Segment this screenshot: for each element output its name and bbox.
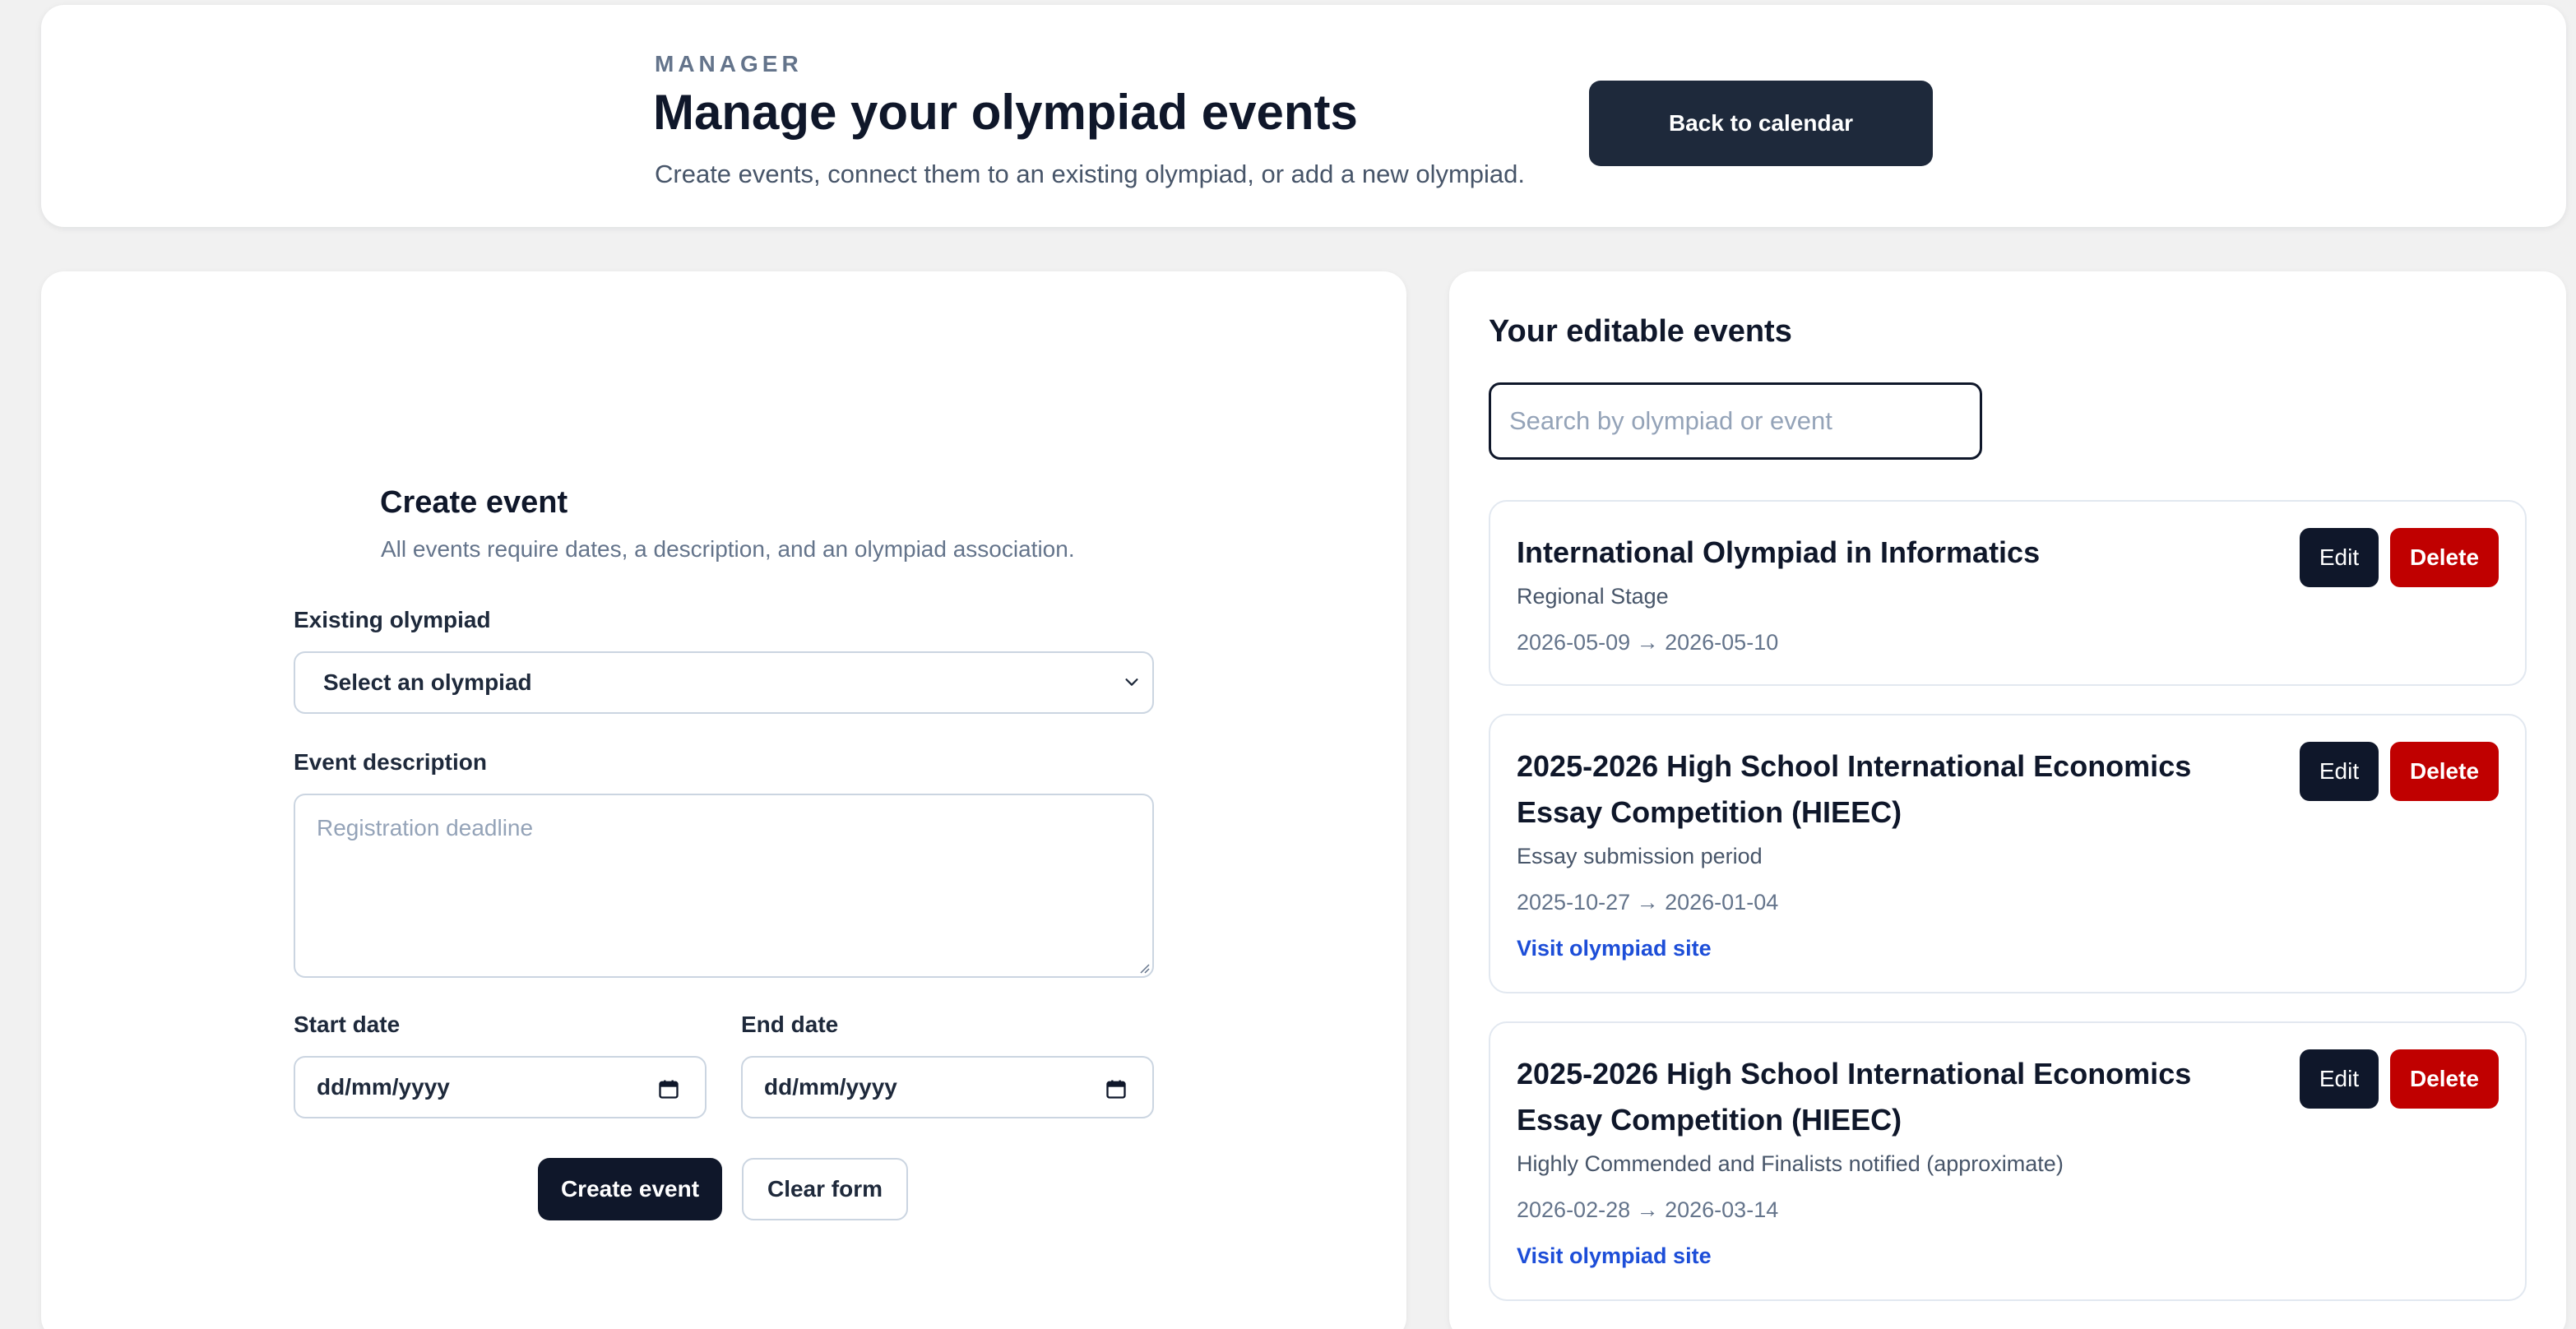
header-eyebrow: MANAGER [655,51,803,76]
end-date-value: dd/mm/yyyy [764,1074,897,1100]
event-description: Essay submission period [1517,844,1763,868]
event-description: Highly Commended and Finalists notified … [1517,1151,2064,1176]
page: MANAGER Manage your olympiad events Crea… [0,0,2576,1329]
clear-form-button[interactable]: Clear form [742,1158,908,1220]
event-description-textarea[interactable]: Registration deadline [294,794,1154,978]
delete-event-button[interactable]: Delete [2390,1049,2499,1109]
end-date-label: End date [741,1012,839,1037]
start-date-value: dd/mm/yyyy [317,1074,450,1100]
end-date-input[interactable]: dd/mm/yyyy [741,1056,1154,1118]
event-list-item: International Olympiad in Informatics Re… [1489,500,2527,686]
start-date-label: Start date [294,1012,401,1037]
event-name: International Olympiad in Informatics [1517,535,2041,569]
page-title: Manage your olympiad events [653,85,1358,140]
editable-events-card: Your editable events International Olymp… [1449,271,2566,1329]
event-list-item: 2025-2026 High School International Econ… [1489,714,2527,993]
header-card: MANAGER Manage your olympiad events Crea… [41,5,2566,227]
chevron-down-icon [1125,678,1138,686]
start-date-input[interactable]: dd/mm/yyyy [294,1056,707,1118]
create-event-title: Create event [380,485,568,520]
edit-event-button[interactable]: Edit [2300,742,2379,801]
event-name: 2025-2026 High School International Econ… [1517,749,2192,829]
olympiad-select[interactable]: Select an olympiad [294,651,1154,714]
page-subtitle: Create events, connect them to an existi… [655,160,1526,188]
visit-olympiad-site-link[interactable]: Visit olympiad site [1517,936,1712,961]
calendar-icon[interactable] [657,1077,680,1100]
description-placeholder: Registration deadline [317,815,534,840]
visit-olympiad-site-link[interactable]: Visit olympiad site [1517,1243,1712,1269]
description-label: Event description [294,749,487,775]
edit-event-button[interactable]: Edit [2300,528,2379,587]
olympiad-select-value: Select an olympiad [323,669,532,695]
event-dates: 2026-05-09 → 2026-05-10 [1517,630,1779,655]
event-dates: 2026-02-28 → 2026-03-14 [1517,1197,1779,1222]
edit-event-button[interactable]: Edit [2300,1049,2379,1109]
resize-handle-icon[interactable] [1136,960,1151,975]
delete-event-button[interactable]: Delete [2390,742,2499,801]
delete-event-button[interactable]: Delete [2390,528,2499,587]
event-description: Regional Stage [1517,584,1669,609]
olympiad-label: Existing olympiad [294,607,491,632]
event-dates: 2025-10-27 → 2026-01-04 [1517,890,1779,915]
calendar-icon[interactable] [1105,1077,1128,1100]
event-search-input[interactable] [1489,382,1982,460]
create-event-button[interactable]: Create event [538,1158,722,1220]
create-event-card: Create event All events require dates, a… [41,271,1406,1329]
editable-events-title: Your editable events [1489,314,1792,349]
back-to-calendar-button[interactable]: Back to calendar [1589,81,1933,166]
create-event-subtitle: All events require dates, a description,… [381,536,1075,562]
event-name: 2025-2026 High School International Econ… [1517,1057,2192,1137]
event-list-item: 2025-2026 High School International Econ… [1489,1021,2527,1301]
